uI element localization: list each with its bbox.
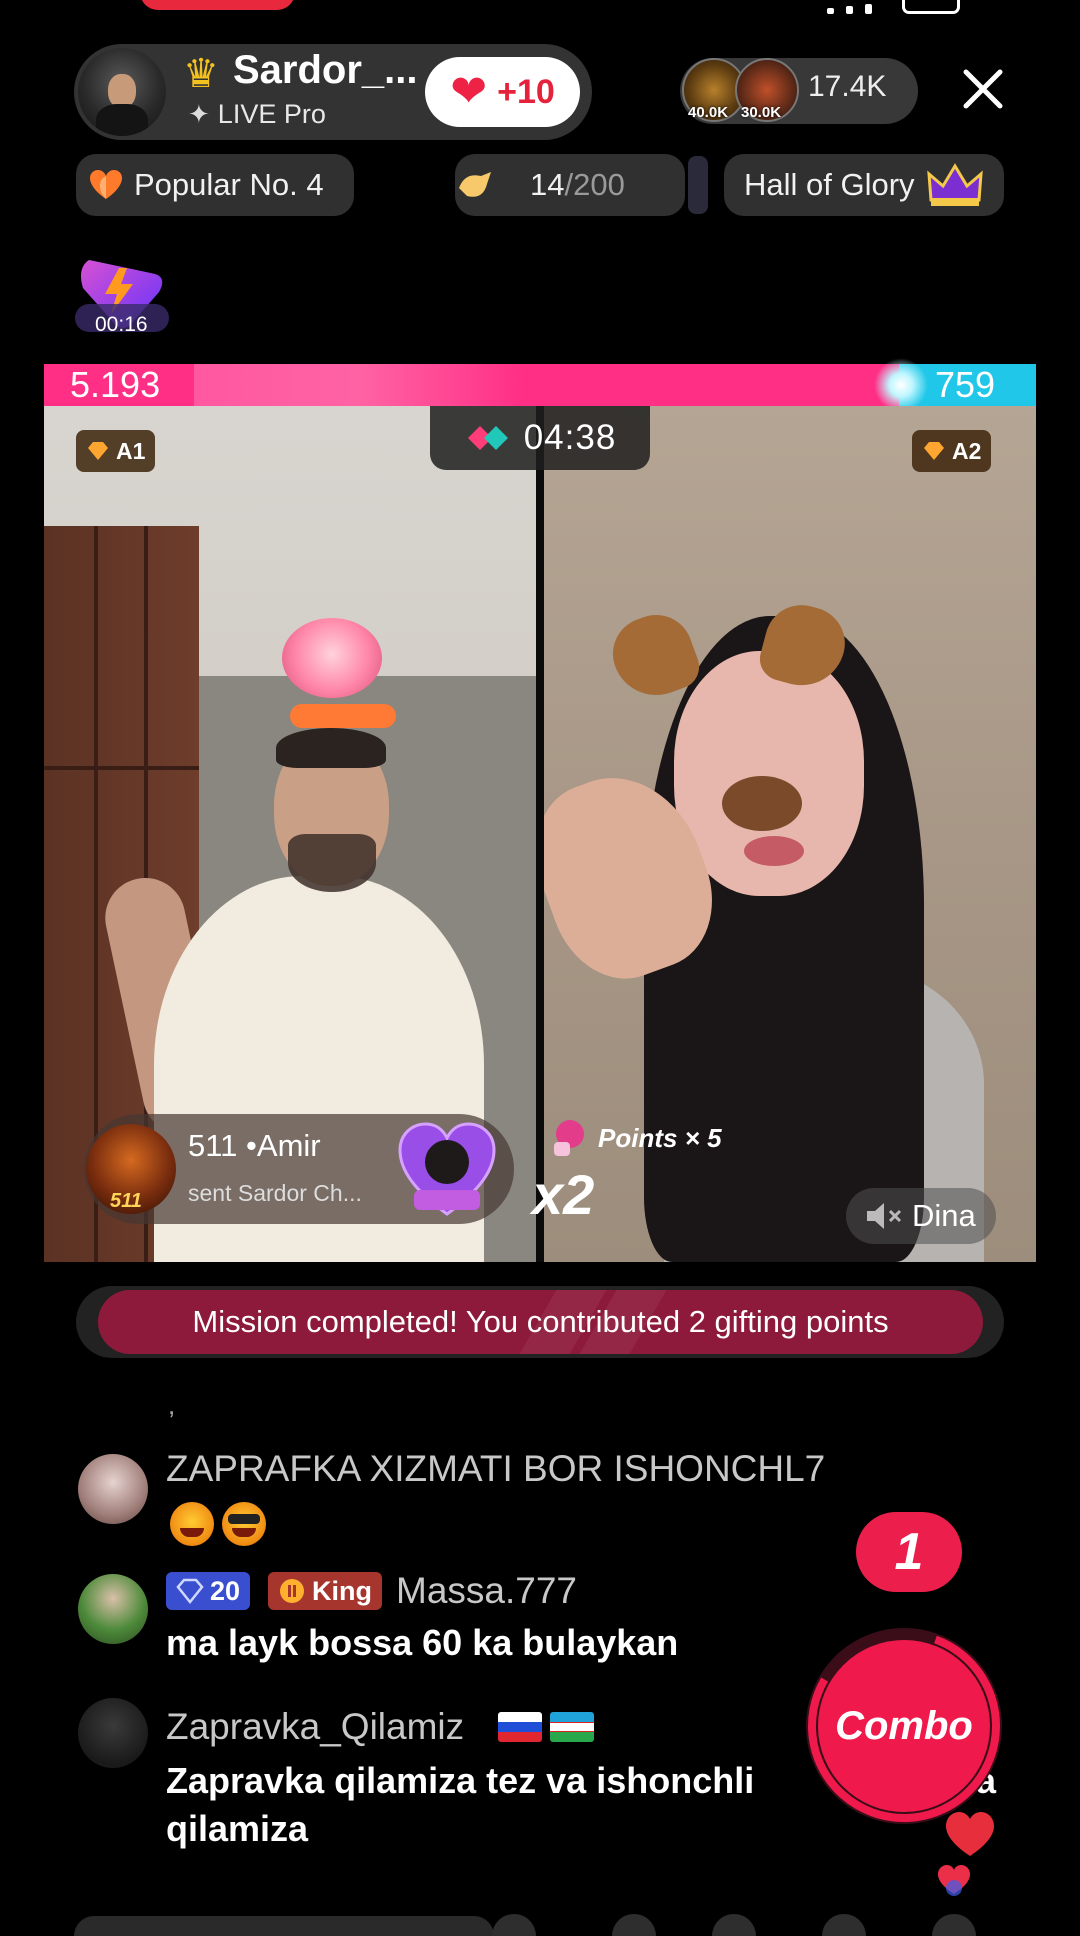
cool-emoji-icon: [222, 1502, 266, 1546]
chip-divider: [688, 156, 708, 214]
combo-button-label: Combo: [835, 1703, 973, 1748]
chat-message: qilamiza: [166, 1808, 309, 1849]
live-pro-label: ✦ LIVE Pro: [188, 99, 326, 130]
user-level-badge: 20: [166, 1572, 251, 1610]
shield-icon: [280, 1579, 304, 1603]
gem-icon: [176, 1578, 204, 1604]
user-level-text: 20: [210, 1575, 241, 1606]
crown-icon: [926, 163, 983, 206]
top-viewer-amount-1: 40.0K: [688, 104, 729, 121]
battle-score-bar: [44, 358, 1036, 412]
gift-sticker-banner: [290, 704, 396, 728]
chat-avatar[interactable]: [78, 1454, 148, 1524]
goal-progress-text: 14/200: [530, 167, 625, 202]
viewer-count[interactable]: 17.4K: [808, 70, 886, 104]
top-viewer-amount-2: 30.0K: [741, 104, 782, 121]
recording-indicator: [140, 0, 295, 10]
chat-username[interactable]: Zapravka_Qilamiz: [166, 1706, 464, 1748]
live-pro-text: LIVE Pro: [217, 99, 326, 129]
chat-avatar[interactable]: [78, 1574, 148, 1644]
grinning-emoji-icon: [170, 1502, 214, 1546]
gift-multiplier: x2: [532, 1163, 595, 1226]
floating-hearts-icon: [938, 1812, 994, 1896]
user-rank-badge: King: [268, 1572, 382, 1610]
chat-avatar[interactable]: [78, 1698, 148, 1768]
chat-username[interactable]: ZAPRAFKA XIZMATI BOR ISHONCHL7: [166, 1448, 825, 1490]
like-button-label: +10: [497, 72, 555, 111]
boxing-glove-icon: [467, 426, 508, 450]
mute-icon: [867, 1203, 902, 1229]
mission-text: Mission completed! You contributed 2 gif…: [192, 1304, 889, 1339]
right-rank-label: A2: [952, 437, 982, 464]
popular-rank-chip[interactable]: Popular No. 4: [76, 154, 354, 216]
right-score: 759: [935, 364, 996, 405]
bottom-toolbar[interactable]: [74, 1896, 1006, 1936]
user-rank-text: King: [312, 1575, 372, 1606]
orange-heart-icon: [90, 170, 122, 199]
hall-of-glory-text: Hall of Glory: [744, 167, 915, 202]
sparkle-icon: ✦: [188, 99, 210, 129]
close-icon[interactable]: [958, 64, 1008, 114]
gem-icon: [924, 442, 944, 460]
battle-timer: 04:38: [430, 406, 650, 470]
right-rank-badge[interactable]: A2: [912, 430, 992, 472]
heart-icon: ❤: [450, 66, 488, 117]
chat-message: Zapravka qilamiza tez va ishonchli: [166, 1760, 755, 1801]
crown-icon: ♛: [183, 51, 219, 97]
left-score: 5.193: [70, 364, 161, 405]
goal-icon: [459, 172, 491, 197]
left-rank-label: A1: [116, 437, 146, 464]
opponent-mute-label[interactable]: Dina: [846, 1188, 996, 1244]
combo-button[interactable]: Combo: [818, 1640, 990, 1812]
bolt-timer: 00:16: [95, 313, 148, 336]
points-multiplier: Points × 5: [546, 1116, 722, 1160]
floating-gift-sticker: [282, 618, 382, 698]
video-divider: [536, 406, 544, 1262]
gift-sender-level: 511: [110, 1190, 142, 1212]
gift-sender-name: 511 •Amir: [188, 1128, 321, 1163]
goal-progress-chip[interactable]: 14/200: [455, 154, 685, 216]
boxing-glove-icon: [554, 1120, 584, 1156]
uzbekistan-flag-icon: [550, 1712, 594, 1742]
battle-timer-text: 04:38: [523, 418, 617, 457]
like-button[interactable]: ❤ +10: [425, 57, 580, 127]
host-name[interactable]: Sardor_...: [233, 48, 418, 93]
left-rank-badge[interactable]: A1: [76, 430, 156, 472]
russia-flag-icon: [498, 1712, 542, 1742]
chat-username[interactable]: Massa.777: [396, 1570, 577, 1612]
popular-rank-text: Popular No. 4: [134, 167, 324, 202]
combo-count-badge: 1: [856, 1512, 962, 1592]
chat-partial-message: ,: [168, 1390, 176, 1420]
chat-message: ma layk bossa 60 ka bulaykan: [166, 1622, 679, 1663]
hall-of-glory-chip[interactable]: Hall of Glory: [724, 154, 1004, 216]
status-icons: [827, 0, 960, 14]
opponent-name: Dina: [912, 1198, 976, 1233]
host-avatar[interactable]: [78, 48, 166, 136]
gift-description: sent Sardor Ch...: [188, 1180, 362, 1206]
gem-icon: [88, 442, 108, 460]
points-multiplier-text: Points × 5: [598, 1122, 722, 1153]
mission-banner: Mission completed! You contributed 2 gif…: [98, 1290, 983, 1354]
gift-heart-icon: [398, 1122, 496, 1216]
